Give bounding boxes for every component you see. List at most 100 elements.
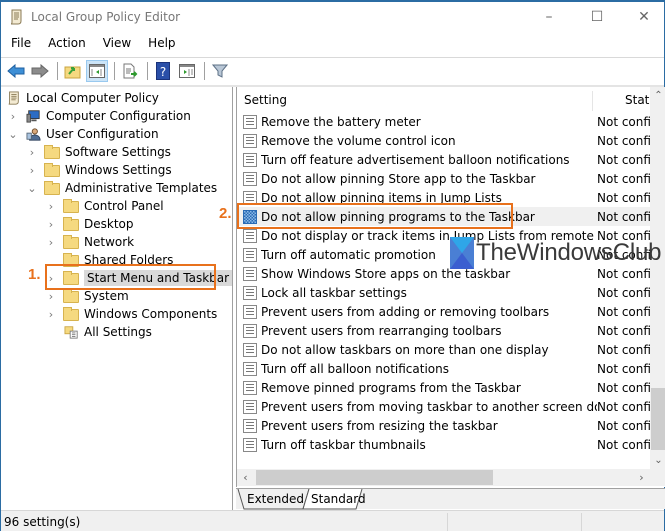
- setting-row[interactable]: Turn off all balloon notifications Not co…: [237, 359, 650, 378]
- app-window: Local Group Policy Editor – ☐ ✕ File Act…: [0, 0, 665, 531]
- vertical-scrollbar[interactable]: ⌃ ⌄: [650, 87, 665, 469]
- horizontal-scrollbar[interactable]: ‹ ›: [237, 469, 650, 486]
- scroll-left-icon[interactable]: ‹: [237, 469, 254, 486]
- tree-item-label: Desktop: [84, 217, 134, 231]
- tree-item-windows-settings[interactable]: › Windows Settings: [26, 161, 172, 179]
- column-header-setting[interactable]: Setting: [244, 93, 287, 107]
- chevron-right-icon[interactable]: ›: [45, 290, 57, 303]
- scroll-down-icon[interactable]: ⌄: [650, 452, 665, 469]
- tree-item-start-menu-and-taskbar[interactable]: › Start Menu and Taskbar: [45, 269, 233, 287]
- menu-file[interactable]: File: [1, 34, 38, 54]
- tree-item-computer-configuration[interactable]: › Computer Configuration: [7, 107, 191, 125]
- help-button[interactable]: ?: [152, 60, 174, 82]
- tree-item-user-configuration[interactable]: ⌄ User Configuration: [7, 125, 158, 143]
- scroll-right-icon[interactable]: ›: [633, 469, 650, 486]
- chevron-down-icon[interactable]: ⌄: [7, 128, 19, 141]
- setting-row[interactable]: Lock all taskbar settings Not configured: [237, 283, 650, 302]
- chevron-right-icon[interactable]: ›: [7, 110, 19, 123]
- chevron-right-icon[interactable]: ›: [45, 200, 57, 213]
- tab-standard[interactable]: Standard: [311, 492, 366, 506]
- setting-row[interactable]: Prevent users from moving taskbar to ano…: [237, 397, 650, 416]
- tree-item-system[interactable]: › System: [45, 287, 129, 305]
- setting-row[interactable]: Prevent users from rearranging toolbars N…: [237, 321, 650, 340]
- vertical-scroll-thumb[interactable]: [651, 388, 665, 450]
- setting-state: Not configured: [597, 342, 650, 357]
- policy-setting-icon: [243, 323, 257, 338]
- tree-item-shared-folders[interactable]: Shared Folders: [45, 251, 173, 269]
- setting-row[interactable]: Turn off feature advertisement balloon n…: [237, 150, 650, 169]
- minimize-button[interactable]: –: [526, 2, 572, 32]
- tab-extended[interactable]: Extended: [247, 492, 304, 506]
- tree-item-label: Network: [84, 235, 135, 249]
- chevron-right-icon[interactable]: ›: [45, 236, 57, 249]
- minimize-icon: –: [545, 9, 553, 25]
- close-button[interactable]: ✕: [621, 2, 665, 32]
- setting-row[interactable]: Show Windows Store apps on the taskbar No…: [237, 264, 650, 283]
- chevron-right-icon[interactable]: ›: [26, 146, 38, 159]
- setting-row[interactable]: Do not allow pinning programs to the Tas…: [237, 207, 650, 226]
- menu-help[interactable]: Help: [138, 34, 182, 54]
- chevron-right-icon[interactable]: ›: [26, 164, 38, 177]
- back-button[interactable]: [5, 60, 27, 82]
- policy-setting-icon: [243, 342, 257, 357]
- tree-item-windows-components[interactable]: › Windows Components: [45, 305, 217, 323]
- setting-row[interactable]: Prevent users from resizing the taskbar N…: [237, 416, 650, 435]
- filter-button[interactable]: [209, 60, 231, 82]
- menu-action[interactable]: Action: [38, 34, 93, 54]
- show-hide-console-tree-button[interactable]: [86, 60, 108, 82]
- tree-item-software-settings[interactable]: › Software Settings: [26, 143, 171, 161]
- setting-row[interactable]: Do not allow pinning Store app to the Ta…: [237, 169, 650, 188]
- chevron-down-icon[interactable]: ⌄: [26, 182, 38, 195]
- policy-setting-icon: [243, 133, 257, 148]
- show-hide-action-pane-button[interactable]: [176, 60, 198, 82]
- policy-setting-icon: [243, 380, 257, 395]
- toolbar-separator: [114, 62, 115, 80]
- up-one-level-button[interactable]: [62, 60, 84, 82]
- tree-item-label: Windows Components: [84, 307, 218, 321]
- tree-item-desktop[interactable]: › Desktop: [45, 215, 134, 233]
- chevron-right-icon[interactable]: ›: [45, 308, 57, 321]
- tree-item-local-computer-policy[interactable]: Local Computer Policy: [5, 89, 159, 107]
- setting-state: Not configured: [597, 190, 650, 205]
- horizontal-scroll-thumb[interactable]: [256, 470, 493, 485]
- setting-state: Not configured: [597, 266, 650, 281]
- setting-row[interactable]: Remove the volume control icon Not config…: [237, 131, 650, 150]
- menu-view[interactable]: View: [93, 34, 138, 54]
- tree-item-label: Start Menu and Taskbar: [84, 270, 233, 286]
- tree-item-label: Software Settings: [65, 145, 171, 159]
- view-tabs: Extended Standard: [236, 488, 665, 510]
- column-divider[interactable]: [592, 91, 593, 111]
- setting-state: Not configured: [597, 361, 650, 376]
- tree-item-all-settings[interactable]: All Settings: [45, 323, 152, 341]
- export-list-button[interactable]: [119, 60, 141, 82]
- forward-button[interactable]: [29, 60, 51, 82]
- scroll-up-icon[interactable]: ⌃: [650, 87, 665, 104]
- setting-row[interactable]: Prevent users from adding or removing to…: [237, 302, 650, 321]
- setting-name: Prevent users from resizing the taskbar: [261, 418, 498, 433]
- setting-state: Not configured: [597, 285, 650, 300]
- tree-item-administrative-templates[interactable]: ⌄ Administrative Templates: [26, 179, 217, 197]
- tree-item-network[interactable]: › Network: [45, 233, 134, 251]
- setting-row[interactable]: Do not allow pinning items in Jump Lists…: [237, 188, 650, 207]
- setting-name: Turn off all balloon notifications: [261, 361, 449, 376]
- chevron-right-icon[interactable]: ›: [45, 272, 57, 285]
- chevron-right-icon[interactable]: ›: [45, 218, 57, 231]
- setting-row[interactable]: Do not allow taskbars on more than one d…: [237, 340, 650, 359]
- setting-row[interactable]: Do not display or track items in Jump Li…: [237, 226, 650, 245]
- tree-item-label: Control Panel: [84, 199, 164, 213]
- column-header-state[interactable]: State: [625, 93, 650, 107]
- folder-icon: [44, 145, 60, 159]
- setting-row[interactable]: Turn off automatic promotion Not configur…: [237, 245, 650, 264]
- setting-row[interactable]: Turn off taskbar thumbnails Not configure…: [237, 435, 650, 454]
- policy-setting-icon: [243, 209, 257, 224]
- tree-item-control-panel[interactable]: › Control Panel: [45, 197, 164, 215]
- toolbar-separator: [204, 62, 205, 80]
- setting-state: Not configured: [597, 133, 650, 148]
- setting-row[interactable]: Remove the battery meter Not configured: [237, 112, 650, 131]
- setting-row[interactable]: Remove pinned programs from the Taskbar N…: [237, 378, 650, 397]
- maximize-button[interactable]: ☐: [574, 2, 620, 32]
- toolbar-separator: [147, 62, 148, 80]
- close-icon: ✕: [638, 9, 650, 25]
- policy-setting-icon: [243, 418, 257, 433]
- help-icon: ?: [156, 62, 170, 80]
